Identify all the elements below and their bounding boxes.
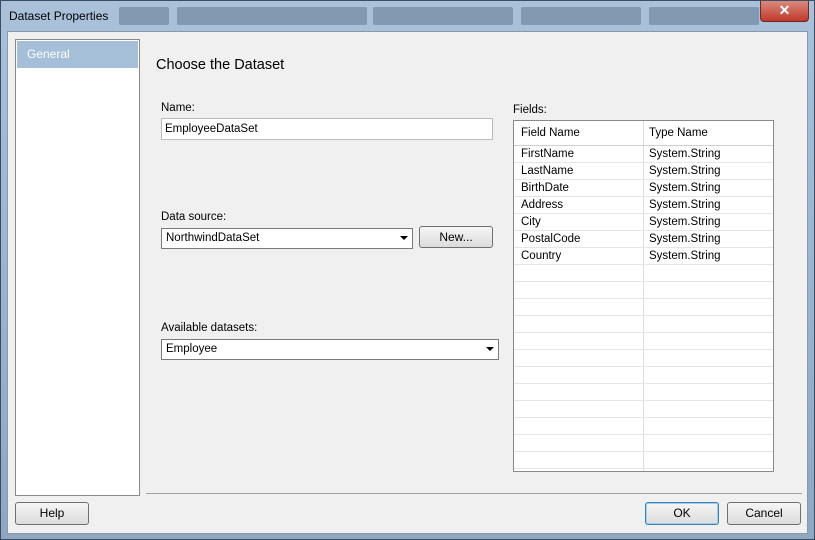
type-name-cell: System.String — [649, 148, 721, 160]
field-name-cell: FirstName — [521, 148, 575, 160]
table-row[interactable]: FirstName System.String — [514, 146, 773, 163]
column-header-type-name[interactable]: Type Name — [649, 127, 708, 139]
available-datasets-value: Employee — [166, 343, 218, 355]
type-name-cell: System.String — [649, 182, 721, 194]
new-datasource-button[interactable]: New... — [419, 226, 493, 248]
available-datasets-label: Available datasets: — [161, 322, 258, 334]
ok-button[interactable]: OK — [645, 502, 719, 525]
empty-row[interactable] — [514, 350, 773, 367]
data-source-dropdown[interactable]: NorthwindDataSet — [161, 228, 413, 249]
chevron-down-icon — [400, 236, 408, 240]
close-icon: ✕ — [778, 2, 791, 18]
chevron-down-icon — [486, 347, 494, 351]
table-row[interactable]: PostalCode System.String — [514, 231, 773, 248]
help-button[interactable]: Help — [15, 502, 89, 525]
dialog-window: Dataset Properties ✕ General Choose the … — [0, 0, 815, 540]
empty-row[interactable] — [514, 265, 773, 282]
type-name-cell: System.String — [649, 216, 721, 228]
empty-row[interactable] — [514, 452, 773, 469]
field-name-cell: City — [521, 216, 541, 228]
empty-row[interactable] — [514, 435, 773, 452]
background-tab — [649, 7, 759, 25]
name-input[interactable]: EmployeeDataSet — [161, 118, 493, 140]
background-tab — [177, 7, 367, 25]
field-name-cell: Country — [521, 250, 562, 262]
field-name-cell: BirthDate — [521, 182, 569, 194]
table-row[interactable]: Country System.String — [514, 248, 773, 265]
page-heading: Choose the Dataset — [156, 57, 285, 73]
empty-row[interactable] — [514, 316, 773, 333]
footer-divider — [146, 493, 802, 494]
table-row[interactable]: City System.String — [514, 214, 773, 231]
grid-header: Field Name Type Name — [514, 121, 773, 146]
dialog-client-area: General Choose the Dataset Name: Employe… — [7, 31, 808, 534]
cancel-button[interactable]: Cancel — [727, 502, 801, 525]
background-tab — [373, 7, 513, 25]
empty-row[interactable] — [514, 282, 773, 299]
column-header-field-name[interactable]: Field Name — [521, 127, 580, 139]
field-name-cell: PostalCode — [521, 233, 581, 245]
empty-row[interactable] — [514, 384, 773, 401]
navigation-pane: General — [15, 39, 140, 496]
available-datasets-dropdown[interactable]: Employee — [161, 339, 499, 360]
data-source-label: Data source: — [161, 211, 227, 223]
type-name-cell: System.String — [649, 165, 721, 177]
title-bar[interactable]: Dataset Properties ✕ — [1, 1, 814, 31]
nav-item-general[interactable]: General — [17, 41, 138, 68]
empty-row[interactable] — [514, 418, 773, 435]
close-button[interactable]: ✕ — [760, 1, 809, 22]
table-row[interactable]: LastName System.String — [514, 163, 773, 180]
background-tab — [119, 7, 169, 25]
fields-grid[interactable]: Field Name Type Name FirstName System.Str… — [513, 120, 774, 472]
type-name-cell: System.String — [649, 233, 721, 245]
type-name-cell: System.String — [649, 250, 721, 262]
empty-row[interactable] — [514, 333, 773, 350]
empty-row[interactable] — [514, 401, 773, 418]
field-name-cell: Address — [521, 199, 564, 211]
empty-row[interactable] — [514, 367, 773, 384]
data-source-value: NorthwindDataSet — [166, 232, 260, 244]
table-row[interactable]: Address System.String — [514, 197, 773, 214]
type-name-cell: System.String — [649, 199, 721, 211]
fields-label: Fields: — [513, 104, 547, 116]
name-label: Name: — [161, 102, 195, 114]
empty-row[interactable] — [514, 299, 773, 316]
field-name-cell: LastName — [521, 165, 574, 177]
background-tab — [521, 7, 641, 25]
window-title: Dataset Properties — [9, 9, 109, 23]
table-row[interactable]: BirthDate System.String — [514, 180, 773, 197]
